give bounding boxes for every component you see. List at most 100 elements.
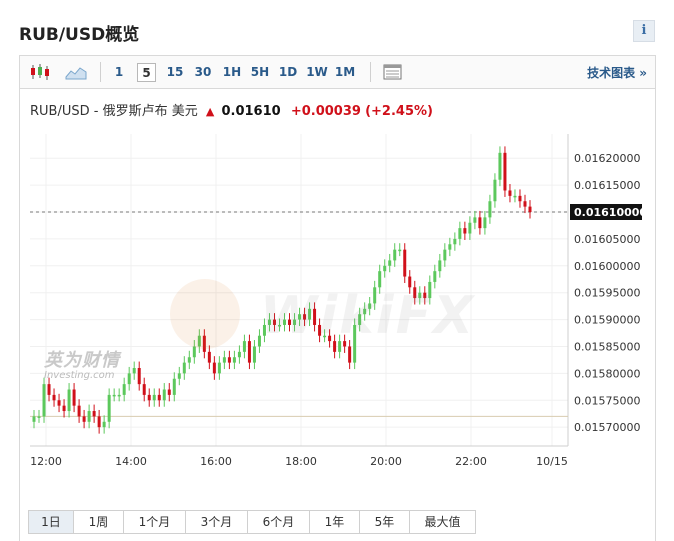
candle-body — [478, 217, 482, 229]
candle-body — [423, 292, 427, 299]
y-tick-label: 0.01595000 — [574, 287, 640, 300]
x-tick-label: 18:00 — [285, 455, 317, 468]
candle-body — [318, 324, 322, 336]
candle-body — [252, 346, 256, 363]
y-tick-label: 0.01620000 — [574, 152, 640, 165]
interval-30[interactable]: 30 — [193, 63, 213, 82]
candle-body — [167, 389, 171, 395]
candle-body — [32, 416, 36, 422]
candle-body — [227, 357, 231, 363]
price-chart-svg: 0.01620000 0.01615000 0.01610000 0.01605000… — [30, 134, 647, 468]
candle-body — [82, 416, 86, 422]
interval-1d[interactable]: 1D — [277, 63, 299, 82]
candle-body — [328, 335, 332, 342]
candle-body — [207, 351, 211, 363]
range-tab-max[interactable]: 最大值 — [409, 510, 476, 534]
last-price: 0.01610 — [221, 104, 281, 119]
candle-body — [488, 201, 492, 218]
range-tab-1m[interactable]: 1个月 — [123, 510, 186, 534]
range-tab-1w[interactable]: 1周 — [73, 510, 124, 534]
candle-body — [177, 373, 181, 379]
range-tab-6m[interactable]: 6个月 — [247, 510, 310, 534]
candle-body — [67, 389, 71, 412]
toolbar-divider — [100, 62, 101, 82]
candle-body — [413, 287, 417, 299]
candle-body — [37, 416, 41, 418]
y-tick-label: 0.01575000 — [574, 394, 640, 407]
x-tick-label: 20:00 — [370, 455, 402, 468]
interval-1[interactable]: 1 — [112, 63, 126, 82]
candle-body — [92, 411, 96, 417]
candle-body — [368, 303, 372, 309]
candle-body — [122, 384, 126, 395]
range-tab-5y[interactable]: 5年 — [359, 510, 410, 534]
y-tick-label: 0.01605000 — [574, 233, 640, 246]
candle-body — [443, 249, 447, 261]
candle-body — [453, 238, 457, 245]
candle-body — [418, 292, 422, 299]
candle-body — [508, 190, 512, 196]
interval-5h[interactable]: 5H — [249, 63, 271, 82]
candle-body — [57, 400, 61, 406]
candle-body — [378, 271, 382, 288]
candle-body — [197, 335, 201, 347]
candle-body — [468, 222, 472, 234]
info-button[interactable]: i — [633, 20, 655, 42]
candle-body — [363, 308, 367, 315]
candle-body — [132, 368, 136, 374]
candle-body — [47, 384, 51, 395]
candle-body — [503, 152, 507, 191]
candle-body — [408, 276, 412, 288]
candle-body — [152, 394, 156, 401]
candle-body — [267, 319, 271, 325]
table-view-icon[interactable] — [381, 63, 405, 81]
candle-body — [77, 405, 81, 417]
candle-body — [348, 346, 352, 363]
interval-5[interactable]: 5 — [137, 63, 156, 82]
candle-body — [398, 249, 402, 252]
candle-body — [52, 394, 56, 401]
candle-body — [182, 362, 186, 374]
symbol-label: RUB/USD - 俄罗斯卢布 美元 — [30, 104, 198, 119]
interval-1h[interactable]: 1H — [221, 63, 243, 82]
candle-body — [192, 346, 196, 358]
candle-body — [202, 335, 206, 352]
candle-body — [242, 341, 246, 352]
candle-body — [62, 405, 66, 412]
x-tick-label: 10/15 — [536, 455, 568, 468]
candle-body — [463, 228, 467, 234]
candlestick-icon[interactable] — [28, 63, 52, 81]
candle-body — [172, 378, 176, 395]
price-change-pct: (+2.45%) — [365, 104, 433, 119]
interval-15[interactable]: 15 — [165, 63, 185, 82]
candle-body — [523, 201, 527, 207]
candle-body — [162, 389, 166, 401]
candle-body — [358, 314, 362, 325]
last-price-label: 0.01610000 — [574, 206, 647, 219]
interval-1m[interactable]: 1M — [333, 63, 357, 82]
area-chart-icon[interactable] — [64, 63, 88, 81]
range-tabs: 1日 1周 1个月 3个月 6个月 1年 5年 最大值 — [28, 510, 476, 534]
candle-body — [373, 287, 377, 304]
range-tab-1y[interactable]: 1年 — [309, 510, 360, 534]
candle-body — [388, 260, 392, 266]
interval-1w[interactable]: 1W — [305, 63, 329, 82]
candle-body — [102, 421, 106, 428]
candle-body — [127, 373, 131, 385]
range-tab-3m[interactable]: 3个月 — [185, 510, 248, 534]
candle-body — [147, 394, 151, 401]
candle-body — [222, 357, 226, 363]
candle-body — [262, 324, 266, 336]
candle-body — [117, 394, 121, 397]
candle-body — [498, 152, 502, 180]
candle-body — [303, 314, 307, 320]
candle-body — [343, 341, 347, 347]
technical-chart-link[interactable]: 技术图表 » — [587, 64, 647, 81]
candle-body — [528, 206, 532, 212]
range-tab-1d[interactable]: 1日 — [28, 510, 74, 534]
candle-body — [237, 351, 241, 358]
candle-body — [428, 281, 432, 299]
candle-body — [187, 357, 191, 363]
price-chart[interactable]: 0.01620000 0.01615000 0.01610000 0.01605000… — [20, 134, 655, 514]
page-title: RUB/USD概览 — [19, 25, 140, 45]
